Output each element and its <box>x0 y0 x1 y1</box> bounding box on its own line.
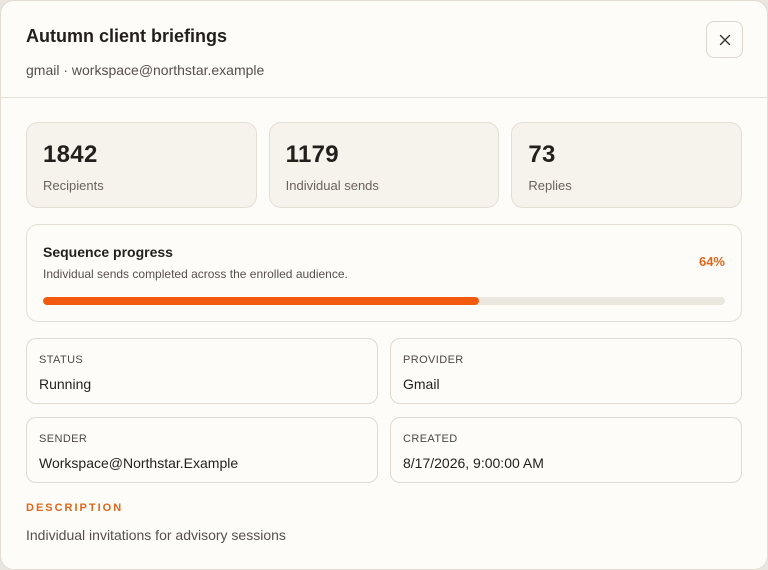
campaign-details-modal: Autumn client briefings gmail · workspac… <box>0 0 768 570</box>
stat-value: 1842 <box>43 141 98 168</box>
status-value: Running <box>39 376 92 392</box>
sender-value: Workspace@Northstar.Example <box>39 455 239 471</box>
stat-card-replies: 73 Replies <box>511 122 743 208</box>
stat-value: 73 <box>528 141 556 168</box>
status-label: STATUS <box>39 354 84 366</box>
sequence-progress-card: Sequence progress Individual sends compl… <box>26 224 742 322</box>
modal-header: Autumn client briefings gmail · workspac… <box>1 1 767 98</box>
created-card: CREATED 8/17/2026, 9:00:00 AM <box>390 417 742 483</box>
sender-card: SENDER Workspace@Northstar.Example <box>26 417 378 483</box>
progress-title: Sequence progress <box>43 244 173 260</box>
modal-subtitle: gmail · workspace@northstar.example <box>26 62 265 78</box>
provider-label: PROVIDER <box>403 354 464 366</box>
stat-label: Individual sends <box>285 178 379 193</box>
stat-value: 1179 <box>285 141 339 168</box>
progress-percent: 64% <box>698 254 725 269</box>
close-button[interactable] <box>706 21 743 58</box>
status-card: STATUS Running <box>26 338 378 404</box>
created-value: 8/17/2026, 9:00:00 AM <box>403 455 544 471</box>
progress-description: Individual sends completed across the en… <box>43 267 348 281</box>
stat-card-individual-sends: 1179 Individual sends <box>268 122 500 208</box>
stat-label: Recipients <box>43 178 104 193</box>
sender-label: SENDER <box>39 433 88 445</box>
provider-card: PROVIDER Gmail <box>390 338 742 404</box>
close-icon <box>719 34 730 45</box>
stats-row: 1842 Recipients 1179 Individual sends 73… <box>26 122 743 208</box>
progress-bar-fill <box>43 297 480 305</box>
created-label: CREATED <box>403 433 458 445</box>
provider-value: Gmail <box>403 376 440 392</box>
modal-title: Autumn client briefings <box>26 26 228 46</box>
stat-card-recipients: 1842 Recipients <box>26 122 257 208</box>
description-text: Individual invitations for advisory sess… <box>26 527 286 543</box>
stat-label: Replies <box>528 178 572 193</box>
description-label: DESCRIPTION <box>26 502 124 514</box>
details-grid: STATUS Running PROVIDER Gmail SENDER Wor… <box>26 338 742 483</box>
progress-bar <box>43 297 725 305</box>
